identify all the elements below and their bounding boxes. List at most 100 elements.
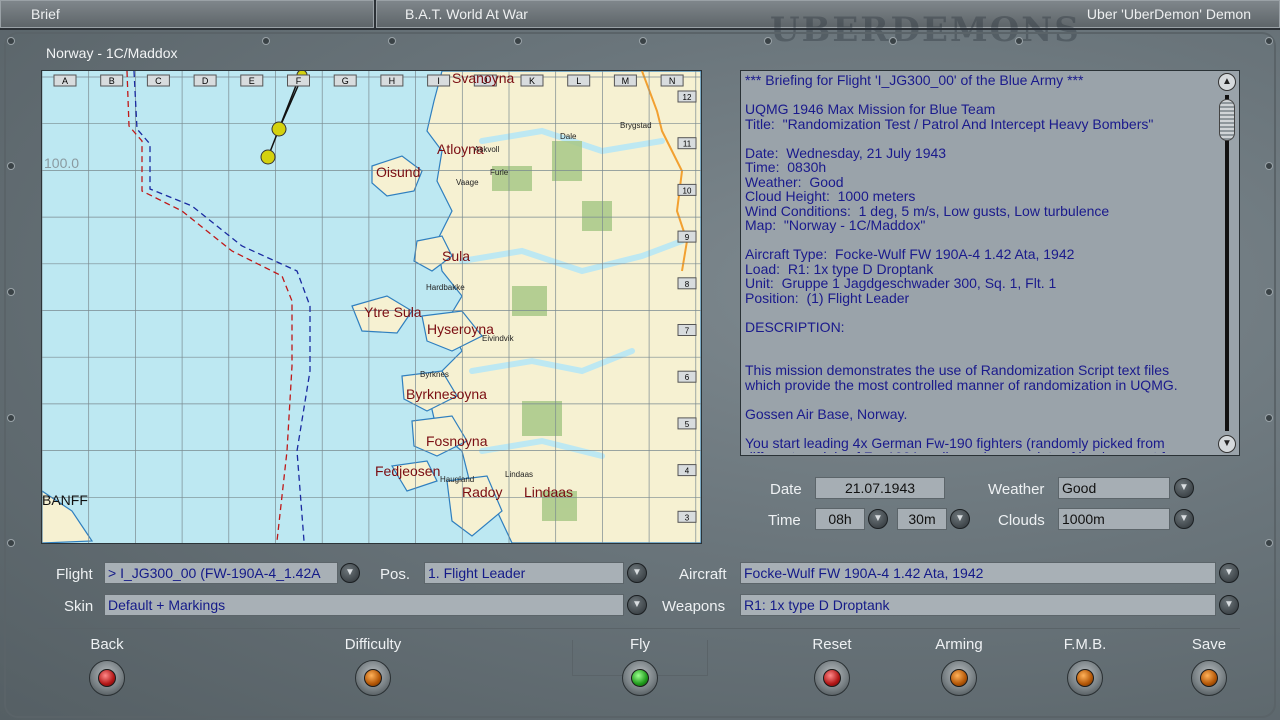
- minute-select[interactable]: 30m: [897, 508, 947, 530]
- weapons-select[interactable]: R1: 1x type D Droptank: [740, 594, 1216, 616]
- top-bar: Brief B.A.T. World At War Uber 'UberDemo…: [0, 0, 1280, 30]
- rivet-icon: [389, 38, 395, 44]
- flight-select[interactable]: > I_JG300_00 (FW-190A-4_1.42A: [104, 562, 338, 584]
- fly-button[interactable]: [622, 660, 658, 696]
- row-label: 8: [685, 280, 690, 289]
- reset-button[interactable]: [814, 660, 850, 696]
- pos-label: Pos.: [380, 566, 411, 583]
- hour-select[interactable]: 08h: [815, 508, 865, 530]
- weapons-label: Weapons: [662, 598, 726, 615]
- amber-lamp-icon: [1200, 669, 1218, 687]
- mission-map[interactable]: A B C D E F G H I J K L M N 12 11 10 9 8 7 6 5 4 3 Atloyna Oisund…: [41, 70, 702, 544]
- hour-dropdown-icon[interactable]: ▼: [868, 509, 888, 529]
- arming-button[interactable]: [941, 660, 977, 696]
- map-canvas[interactable]: A B C D E F G H I J K L M N1211109876543AtloynaOisund…: [42, 71, 701, 543]
- column-label: F: [296, 76, 302, 86]
- place-label: Eivindvik: [482, 334, 515, 343]
- briefing-line: Cloud Height: 1000 meters: [745, 188, 916, 204]
- place-label: Dale: [560, 132, 577, 141]
- fly-label: Fly: [630, 636, 650, 653]
- rivet-icon: [515, 38, 521, 44]
- briefing-line: [745, 131, 1213, 146]
- briefing-line: [745, 421, 1213, 436]
- skin-dropdown-icon[interactable]: ▼: [627, 595, 647, 615]
- place-label: Brygstad: [620, 121, 652, 130]
- date-label: Date: [770, 481, 802, 498]
- place-label: Radoy: [462, 484, 502, 500]
- pilot-name: Uber 'UberDemon' Demon: [1086, 6, 1251, 22]
- column-label: A: [62, 76, 68, 86]
- save-label: Save: [1191, 636, 1227, 653]
- arming-label: Arming: [935, 636, 983, 653]
- row-label: 11: [683, 140, 692, 149]
- aircraft-select[interactable]: Focke-Wulf FW 190A-4 1.42 Ata, 1942: [740, 562, 1216, 584]
- place-label: Fedjeosen: [375, 463, 440, 479]
- game-title: B.A.T. World At War: [405, 6, 528, 22]
- red-lamp-icon: [98, 669, 116, 687]
- briefing-line: [745, 334, 1213, 349]
- divider: [38, 628, 1240, 629]
- green-lamp-icon: [631, 669, 649, 687]
- flight-dropdown-icon[interactable]: ▼: [340, 563, 360, 583]
- rivet-icon: [1266, 163, 1272, 169]
- briefing-panel[interactable]: *** Briefing for Flight 'I_JG300_00' of …: [740, 70, 1240, 456]
- altitude-label: 100.0: [44, 155, 79, 171]
- column-label: D: [202, 76, 209, 86]
- minute-dropdown-icon[interactable]: ▼: [950, 509, 970, 529]
- clouds-dropdown-icon[interactable]: ▼: [1174, 509, 1194, 529]
- skin-label: Skin: [64, 598, 94, 615]
- briefing-line: Wind Conditions: 1 deg, 5 m/s, Low gusts…: [745, 202, 1110, 219]
- scroll-down-icon[interactable]: ▼: [1218, 435, 1236, 453]
- aircraft-label: Aircraft: [679, 566, 727, 583]
- row-label: 10: [683, 186, 692, 195]
- briefing-line: You start leading 4x German Fw-190 fight…: [745, 434, 1165, 451]
- banff-label: BANFF: [42, 492, 88, 508]
- rivet-icon: [1266, 289, 1272, 295]
- skin-select[interactable]: Default + Markings: [104, 594, 624, 616]
- briefing-line: Aircraft Type: Focke-Wulf FW 190A-4 1.42…: [745, 246, 1075, 262]
- briefing-line: [745, 349, 1213, 364]
- position-select[interactable]: 1. Flight Leader: [424, 562, 624, 584]
- briefing-line: Map: "Norway - 1C/Maddox": [745, 217, 926, 233]
- row-label: 5: [685, 420, 690, 429]
- red-route: [126, 71, 293, 542]
- back-button[interactable]: [89, 660, 125, 696]
- fmb-button[interactable]: [1067, 660, 1103, 696]
- time-label: Time: [768, 512, 801, 529]
- briefing-line: Title: "Randomization Test / Patrol And …: [745, 115, 1154, 132]
- reset-label: Reset: [812, 636, 852, 653]
- difficulty-button[interactable]: [355, 660, 391, 696]
- rivet-icon: [8, 289, 14, 295]
- scroll-up-icon[interactable]: ▲: [1218, 73, 1236, 91]
- rivet-icon: [1266, 38, 1272, 44]
- weather-select[interactable]: Good: [1058, 477, 1170, 499]
- screen-title: Brief: [0, 0, 374, 28]
- rivet-icon: [8, 415, 14, 421]
- column-label: M: [622, 76, 630, 86]
- column-label: B: [109, 76, 115, 86]
- briefing-scrollbar[interactable]: ▲ ▼: [1217, 73, 1237, 453]
- fmb-label: F.M.B.: [1063, 636, 1107, 653]
- amber-lamp-icon: [364, 669, 382, 687]
- briefing-line: Position: (1) Flight Leader: [745, 289, 910, 306]
- briefing-line: Load: R1: 1x type D Droptank: [745, 260, 934, 277]
- scroll-thumb[interactable]: [1219, 99, 1235, 141]
- weapons-dropdown-icon[interactable]: ▼: [1219, 595, 1239, 615]
- clouds-select[interactable]: 1000m: [1058, 508, 1170, 530]
- position-dropdown-icon[interactable]: ▼: [627, 563, 647, 583]
- place-label: Askvoll: [474, 145, 500, 154]
- column-label: G: [342, 76, 349, 86]
- place-label: Vaage: [456, 178, 479, 187]
- scroll-track[interactable]: [1225, 95, 1229, 431]
- weather-dropdown-icon[interactable]: ▼: [1174, 478, 1194, 498]
- date-field[interactable]: 21.07.1943: [815, 477, 945, 499]
- aircraft-dropdown-icon[interactable]: ▼: [1219, 563, 1239, 583]
- briefing-line: *** Briefing for Flight 'I_JG300_00' of …: [745, 73, 1084, 88]
- rivet-icon: [263, 38, 269, 44]
- flight-label: Flight: [56, 566, 93, 583]
- column-label: N: [669, 76, 676, 86]
- rivet-icon: [890, 38, 896, 44]
- column-label: L: [576, 76, 581, 86]
- briefing-line: which provide the most controlled manner…: [745, 376, 1178, 393]
- save-button[interactable]: [1191, 660, 1227, 696]
